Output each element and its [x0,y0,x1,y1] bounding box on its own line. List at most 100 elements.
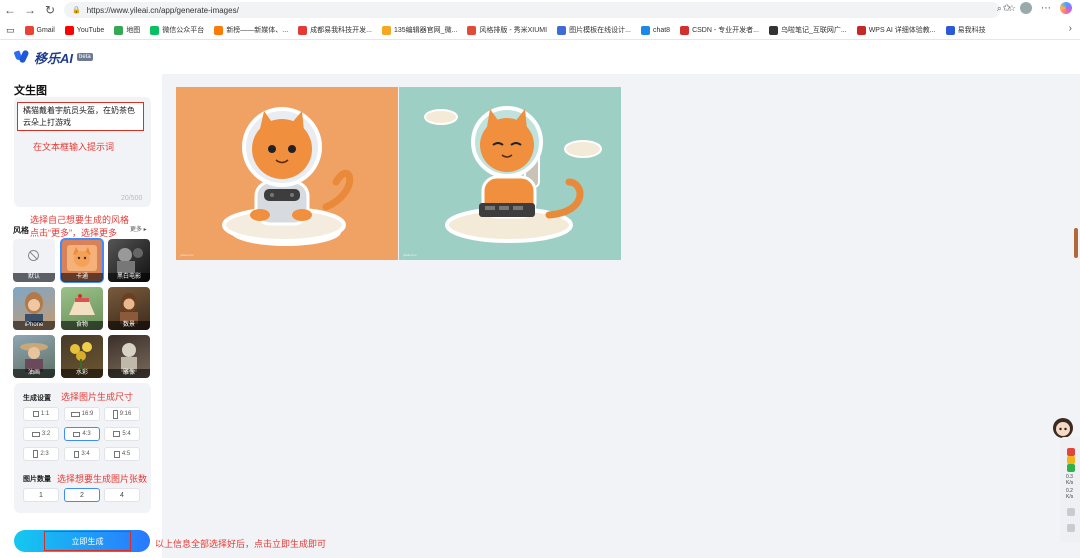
watermark: yileai.com [403,253,417,257]
bookmark-item[interactable]: 易我科技 [945,25,986,35]
style-tile-oil[interactable]: 油画 [13,335,55,378]
edit-icon[interactable] [1067,508,1075,516]
count-option-1[interactable]: 1 [23,488,59,502]
favorites-icon[interactable]: ✩ [1003,3,1011,14]
style-caption: 卡通 [61,273,103,282]
style-tile-cartoon[interactable]: 卡通 [60,238,104,283]
speed-unit-1: K/s [1066,480,1074,486]
copilot-icon[interactable] [1060,2,1072,14]
bookmark-item[interactable]: 微信公众平台 [150,25,204,35]
bookmark-item[interactable]: CSDN - 专业开发者... [680,25,759,35]
prompt-annotation: 在文本框输入提示词 [33,142,115,152]
style-annotation-2: 点击“更多”，选择更多 [30,228,117,238]
bookmark-label: 微信公众平台 [162,27,205,34]
bookmark-favicon-icon [214,25,224,35]
style-caption: 数景 [108,321,150,330]
bookmark-favicon-icon [557,25,567,35]
ratio-2-3[interactable]: 2:3 [23,447,59,461]
style-tile-food[interactable]: 食物 [61,287,103,330]
status-yellow-icon[interactable] [1067,456,1075,464]
ratio-label: 3:2 [41,431,51,437]
bookmark-item[interactable]: 乌啦笔记_互联网广... [768,25,847,35]
bookmark-item[interactable]: 成都易我科技开发... [298,25,372,35]
bookmark-item[interactable]: 风格排版 - 秀米XIUMI [467,25,547,35]
bookmark-item[interactable]: chat8 [640,25,670,35]
ratio-5-4[interactable]: 5:4 [104,427,140,441]
logo-icon[interactable] [14,49,30,65]
lock-icon: 🔒 [72,7,81,14]
result-image-1[interactable]: yileai.com [176,87,398,260]
bookmark-item[interactable]: 地图 [114,25,140,35]
bookmark-favicon-icon [640,25,650,35]
bookmark-item[interactable]: WPS AI 详细体验教... [856,25,936,35]
ratio-label: 9:16 [119,411,132,417]
bookmarks-bar: ▭ Gmail YouTube 地图 微信公众平台 新榜——新媒体、... 成都易我科技开… [0,21,1080,39]
page-title: 文生图 [14,85,47,97]
count-option-4[interactable]: 4 [104,488,140,502]
style-caption: 油画 [13,369,55,378]
portrait-ratio-icon [113,450,120,458]
bookmark-item[interactable]: 135编辑器官网_微... [382,25,457,35]
forward-icon[interactable]: → [20,3,40,17]
style-tile-default[interactable]: 默认 [13,239,55,282]
ratio-9-16[interactable]: 9:16 [104,407,140,421]
watermark: yileai.com [180,253,194,257]
ratio-16-9[interactable]: 16:9 [64,407,100,421]
ratio-3-4[interactable]: 3:4 [64,447,100,461]
refresh-icon[interactable]: ↻ [40,3,60,17]
style-tile-watercolor[interactable]: 水彩 [61,335,103,378]
translate-icon[interactable] [1067,524,1075,532]
ratio-4-5[interactable]: 4:5 [104,447,140,461]
bookmark-label: Gmail [36,26,55,34]
ratio-label: 5:4 [122,431,131,437]
more-styles-link[interactable]: 更多 ▸ [130,224,147,233]
bookmark-label: 风格排版 - 秀米XIUMI [479,27,548,34]
back-icon[interactable]: ← [0,3,20,17]
zoom-icon[interactable]: ⌕ [997,3,1002,14]
ratio-label: 4:5 [121,451,131,457]
ratio-label: 4:3 [82,431,91,437]
style-tile-iphone[interactable]: iPhone [13,287,55,330]
bookmark-item[interactable]: 图片模板在线设计... [557,25,631,35]
result-image-2[interactable]: yileai.com [399,87,621,260]
generate-button-label[interactable]: 立即生成 [44,531,131,551]
browser-chrome: ← → ↻ 🔒 https://www.yileai.cn/app/genera… [0,0,1080,40]
beta-badge: beta [77,53,93,61]
reading-view-icon[interactable]: ▭ [6,25,15,36]
style-annotation-1: 选择自己想要生成的风格 [30,215,130,225]
bookmark-label: 乌啦笔记_互联网广... [780,27,847,34]
landscape-ratio-icon [70,411,80,417]
status-red-icon[interactable] [1067,448,1075,456]
portrait-ratio-icon [74,450,80,458]
ratio-label: 1:1 [40,411,50,417]
bookmark-favicon-icon [382,25,391,35]
status-green-icon[interactable] [1067,464,1075,472]
char-counter: 20/500 [121,195,143,202]
profile-avatar[interactable] [1020,2,1032,14]
bookmarks-overflow-icon[interactable]: › [1069,23,1072,34]
ratio-4-3[interactable]: 4:3 [64,427,100,441]
bookmark-label: 易我科技 [957,27,986,34]
ratio-3-2[interactable]: 3:2 [23,427,59,441]
prompt-input[interactable]: 橘猫戴着宇航员头盔，在奶茶色云朵上打游戏 [17,102,144,131]
more-menu-icon[interactable]: ⋯ [1041,3,1051,14]
style-caption: 水彩 [61,369,103,378]
bookmark-item[interactable]: YouTube [64,25,104,35]
bookmark-item[interactable]: Gmail [24,25,55,35]
portrait-ratio-icon [33,450,39,458]
logo-text[interactable]: 移乐AI [34,48,73,67]
ratio-1-1[interactable]: 1:1 [23,407,59,421]
bookmark-favicon-icon [467,25,477,35]
bookmark-label: 成都易我科技开发... [310,27,372,34]
style-tile-statue[interactable]: 雕像 [108,335,150,378]
url-bar[interactable]: 🔒 https://www.yileai.cn/app/generate-ima… [64,2,1000,18]
none-icon [28,250,39,261]
style-caption: 黑白电影 [108,273,150,282]
browser-right-icons: ✩ ⋯ [1003,2,1072,14]
style-tile-digital[interactable]: 数景 [108,287,150,330]
count-option-2[interactable]: 2 [64,488,100,502]
style-tile-bw-film[interactable]: 黑白电影 [108,239,150,282]
style-caption: 雕像 [108,369,150,378]
bookmark-item[interactable]: 新榜——新媒体、... [214,25,288,35]
scroll-indicator[interactable] [1074,228,1078,258]
